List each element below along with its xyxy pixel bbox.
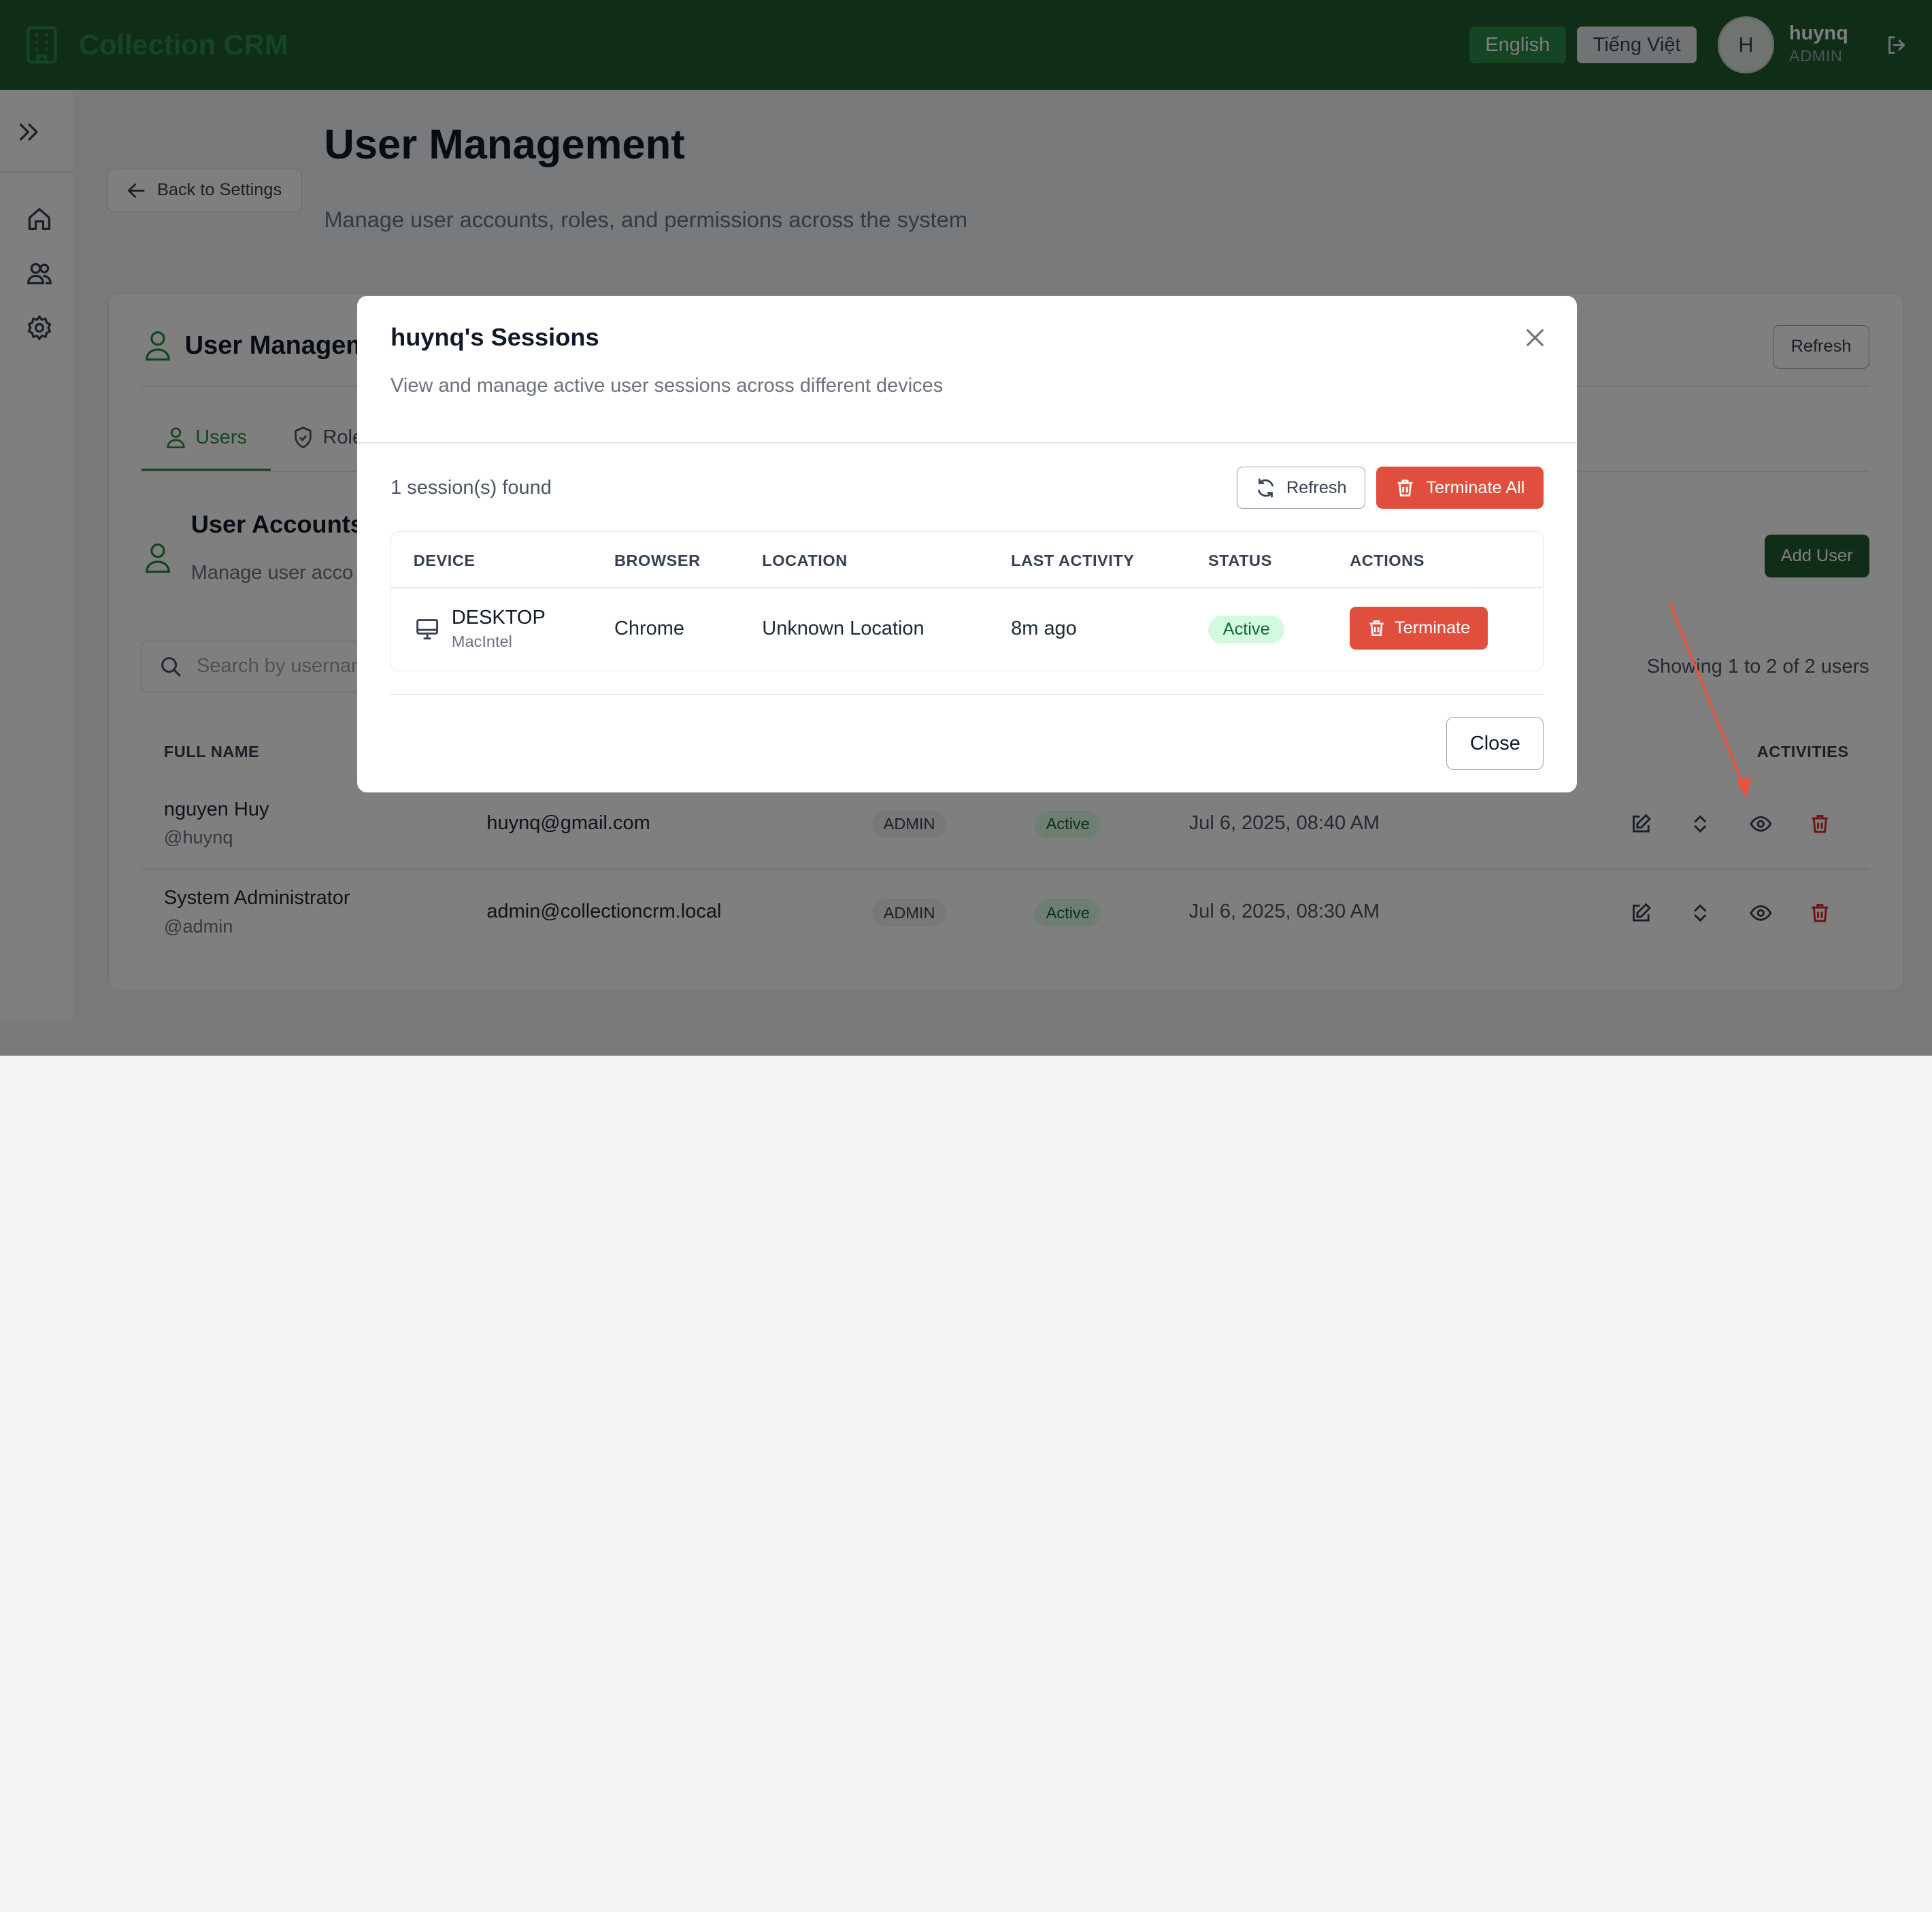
refresh-icon <box>1257 478 1273 498</box>
session-count: 1 session(s) found <box>390 476 552 499</box>
session-browser: Chrome <box>614 618 684 640</box>
sessions-modal: huynq's Sessions View and manage active … <box>357 295 1578 792</box>
session-location: Unknown Location <box>762 618 925 640</box>
sessions-refresh-button[interactable]: Refresh <box>1237 467 1365 509</box>
session-status-badge: Active <box>1208 615 1285 644</box>
modal-subtitle: View and manage active user sessions acr… <box>390 374 944 397</box>
terminate-all-button[interactable]: Terminate All <box>1376 467 1544 509</box>
sessions-table: DEVICE BROWSER LOCATION LAST ACTIVITY ST… <box>390 531 1544 672</box>
modal-footer-divider <box>390 693 1544 695</box>
modal-close-button[interactable]: Close <box>1446 717 1544 770</box>
trash-icon <box>1369 620 1384 637</box>
trash-icon <box>1397 479 1413 497</box>
app-root: Collection CRM English Tiếng Việt H huyn… <box>0 0 1932 1056</box>
column-header-location: LOCATION <box>762 551 848 569</box>
column-header-device: DEVICE <box>413 551 476 569</box>
terminate-all-label: Terminate All <box>1426 477 1525 497</box>
terminate-session-button[interactable]: Terminate <box>1350 607 1488 650</box>
table-header-divider <box>391 587 1542 588</box>
session-device: DESKTOP <box>451 607 546 629</box>
terminate-label: Terminate <box>1394 618 1471 638</box>
modal-divider <box>357 442 1578 444</box>
column-header-browser: BROWSER <box>614 551 701 569</box>
sessions-refresh-label: Refresh <box>1286 477 1347 497</box>
session-last-activity: 8m ago <box>1011 618 1077 640</box>
monitor-icon <box>416 618 438 639</box>
column-header-status: STATUS <box>1208 551 1272 569</box>
close-icon[interactable] <box>1525 328 1545 348</box>
column-header-last-activity: LAST ACTIVITY <box>1011 551 1135 569</box>
column-header-actions: ACTIONS <box>1350 551 1425 569</box>
session-platform: MacIntel <box>451 633 512 651</box>
modal-title: huynq's Sessions <box>390 322 599 351</box>
